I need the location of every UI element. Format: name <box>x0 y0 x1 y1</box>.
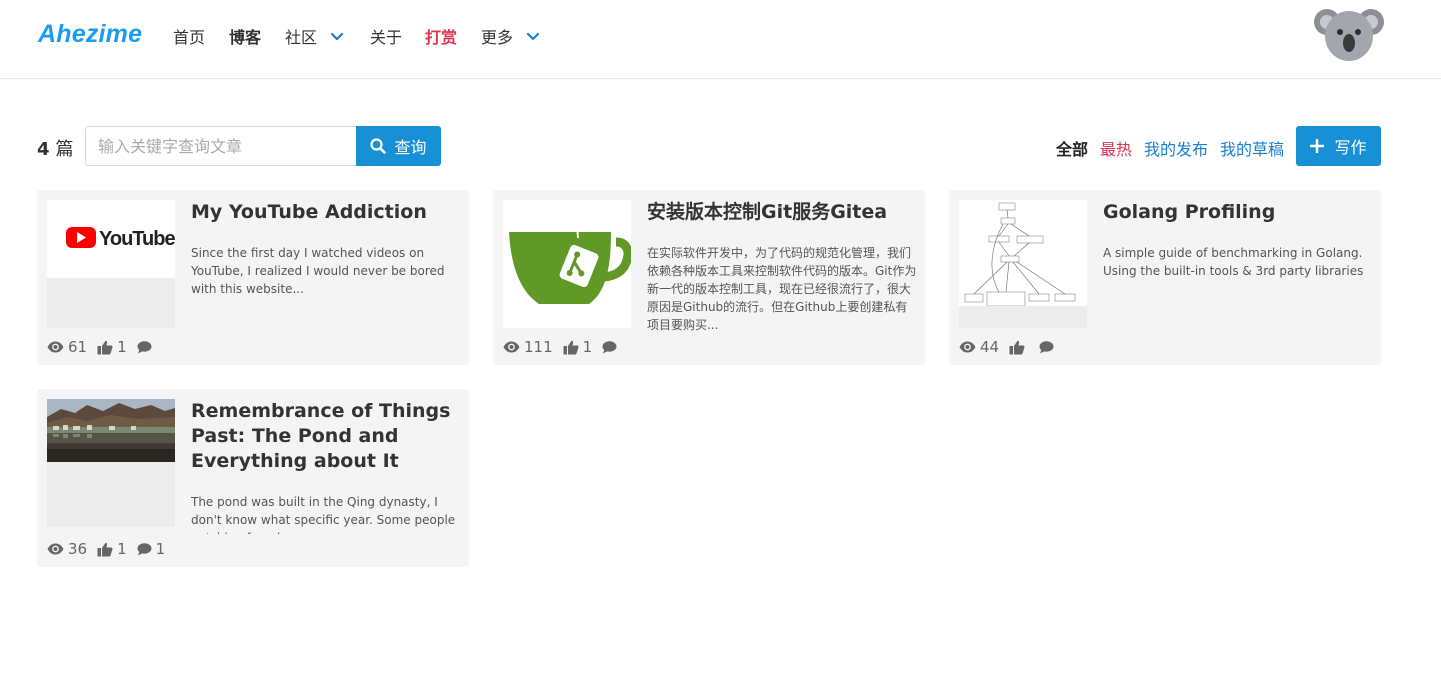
thumbs-up-icon <box>1009 340 1025 354</box>
comments-count: 1 <box>155 540 166 558</box>
nav-about[interactable]: 关于 <box>370 26 403 47</box>
eye-icon <box>47 341 64 353</box>
comments-stat[interactable]: 1 <box>137 540 166 558</box>
views-count: 61 <box>68 338 88 356</box>
post-title[interactable]: Remembrance of Things Past: The Pond and… <box>191 399 461 474</box>
likes-stat[interactable] <box>1009 340 1029 355</box>
eye-icon <box>503 341 520 353</box>
nav-more[interactable]: 更多 <box>481 26 541 47</box>
comment-icon <box>1039 340 1054 353</box>
post-thumbnail[interactable] <box>47 399 175 527</box>
nav-community[interactable]: 社区 <box>285 26 345 47</box>
post-card[interactable]: 安装版本控制Git服务Gitea 在实际软件开发中，为了代码的规范化管理，我们依… <box>493 190 925 365</box>
post-count: 4 篇 <box>37 135 74 161</box>
filter-all[interactable]: 全部 <box>1056 136 1088 160</box>
comment-icon <box>602 340 617 353</box>
post-thumbnail[interactable]: YouTube <box>47 200 175 328</box>
views-count: 36 <box>68 540 88 558</box>
likes-stat[interactable]: 1 <box>97 540 127 558</box>
post-count-number: 4 <box>37 139 50 160</box>
nav-more-label: 更多 <box>481 28 514 47</box>
write-button-label: 写作 <box>1334 138 1367 157</box>
views-stat: 61 <box>47 338 87 356</box>
likes-count: 1 <box>117 540 127 558</box>
post-excerpt: A simple guide of benchmarking in Golang… <box>1103 246 1364 278</box>
thumbs-up-icon <box>97 542 113 556</box>
likes-stat[interactable]: 1 <box>97 338 127 356</box>
search-button-label: 查询 <box>394 138 427 157</box>
likes-count: 1 <box>117 338 127 356</box>
nav-about-label: 关于 <box>370 28 403 47</box>
comments-stat[interactable] <box>602 340 621 354</box>
thumbs-up-icon <box>563 340 579 354</box>
search-icon <box>370 138 387 154</box>
post-stats: 44 <box>959 338 1068 356</box>
gitea-logo-icon <box>509 223 631 304</box>
nav-home[interactable]: 首页 <box>173 26 206 47</box>
eye-icon <box>47 543 64 555</box>
filter-hot[interactable]: 最热 <box>1100 136 1132 160</box>
comment-icon <box>137 542 152 555</box>
nav-reward[interactable]: 打赏 <box>425 26 458 47</box>
profiling-graph-icon <box>964 202 1076 307</box>
post-card[interactable]: Remembrance of Things Past: The Pond and… <box>37 389 469 567</box>
search-input[interactable] <box>85 126 357 166</box>
views-count: 44 <box>980 338 1000 356</box>
nav-reward-label: 打赏 <box>425 28 458 47</box>
plus-icon <box>1310 139 1325 153</box>
post-excerpt: 在实际软件开发中，为了代码的规范化管理，我们依赖各种版本工具来控制软件代码的版本… <box>647 246 917 332</box>
post-stats: 61 1 <box>47 338 166 356</box>
post-title[interactable]: 安装版本控制Git服务Gitea <box>647 200 917 225</box>
top-navbar: Ahezime 首页 博客 社区 关于 打赏 更多 <box>0 0 1441 79</box>
likes-stat[interactable]: 1 <box>563 338 593 356</box>
comment-icon <box>137 340 152 353</box>
post-card[interactable]: Golang Profiling A simple guide of bench… <box>949 190 1381 365</box>
post-stats: 36 1 1 <box>47 540 175 558</box>
views-stat: 111 <box>503 338 553 356</box>
chevron-down-icon <box>330 32 344 41</box>
comments-stat[interactable] <box>137 340 156 354</box>
svg-text:YouTube: YouTube <box>99 228 175 250</box>
brand-logo[interactable]: Ahezime <box>38 20 142 49</box>
post-card[interactable]: YouTube My YouTube Addiction Since the f… <box>37 190 469 365</box>
filter-my-drafts[interactable]: 我的草稿 <box>1220 136 1284 160</box>
post-excerpt: Since the first day I watched videos on … <box>191 246 445 296</box>
nav-home-label: 首页 <box>173 28 206 47</box>
search-button[interactable]: 查询 <box>356 126 441 166</box>
views-count: 111 <box>524 338 553 356</box>
write-button[interactable]: 写作 <box>1296 126 1381 166</box>
eye-icon <box>959 341 976 353</box>
likes-count: 1 <box>582 338 593 356</box>
views-stat: 36 <box>47 540 87 558</box>
comments-stat[interactable] <box>1039 340 1058 354</box>
post-thumbnail[interactable] <box>503 200 631 328</box>
user-avatar-koala-icon[interactable] <box>1314 5 1384 63</box>
nav-blog[interactable]: 博客 <box>229 26 262 47</box>
filter-my-posts[interactable]: 我的发布 <box>1144 136 1208 160</box>
post-excerpt: The pond was built in the Qing dynasty, … <box>191 495 456 534</box>
thumbs-up-icon <box>97 340 113 354</box>
nav-blog-label: 博客 <box>229 28 262 47</box>
post-count-unit: 篇 <box>55 139 74 160</box>
nav-community-label: 社区 <box>285 28 318 47</box>
views-stat: 44 <box>959 338 999 356</box>
post-title[interactable]: Golang Profiling <box>1103 200 1373 225</box>
chevron-down-icon <box>526 32 540 41</box>
post-thumbnail[interactable] <box>959 200 1087 328</box>
pond-landscape-photo-icon <box>47 399 175 462</box>
post-title[interactable]: My YouTube Addiction <box>191 200 461 225</box>
youtube-logo-icon: YouTube <box>66 227 175 250</box>
post-stats: 111 1 <box>503 338 631 356</box>
